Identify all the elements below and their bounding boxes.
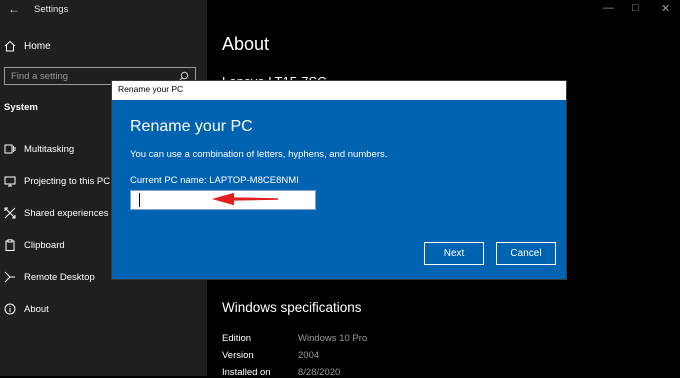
sidebar-item-shared-experiences[interactable]: Shared experiences [4,204,109,222]
sidebar-item-multitasking[interactable]: Multitasking [4,140,74,158]
rename-pc-dialog: Rename your PC Rename your PC You can us… [111,80,567,280]
sidebar-item-remote-desktop[interactable]: Remote Desktop [4,268,95,286]
shared-experiences-icon [4,207,16,219]
spec-label: Edition [222,333,252,344]
sidebar-item-label: Remote Desktop [24,271,95,283]
spec-value: 8/28/2020 [298,367,341,378]
spec-row: Version 2004 [222,350,319,361]
maximize-icon[interactable]: □ [632,2,639,14]
page-title: About [222,34,270,54]
projecting-icon [4,176,16,187]
next-button[interactable]: Next [424,242,484,265]
red-arrow-icon [212,192,278,206]
current-pc-name: Current PC name: LAPTOP-M8CE8NMI [130,175,299,186]
cancel-button[interactable]: Cancel [496,242,556,265]
nav-home-label: Home [24,40,51,52]
sidebar-item-projecting[interactable]: Projecting to this PC [4,172,110,190]
info-icon [4,303,16,315]
sidebar-item-label: Multitasking [24,143,75,155]
home-icon [4,40,16,52]
dialog-description: You can use a combination of letters, hy… [130,149,388,160]
remote-desktop-icon [4,271,15,283]
dialog-titlebar: Rename your PC [112,81,566,100]
window-title: Settings [34,4,69,15]
close-icon[interactable]: ✕ [661,2,670,15]
back-arrow-icon[interactable]: ← [8,2,20,16]
specs-heading: Windows specifications [222,300,362,315]
sidebar-item-label: Shared experiences [24,207,109,219]
nav-home[interactable]: Home [4,37,51,55]
minimize-icon[interactable]: — [603,2,614,14]
spec-label: Installed on [222,367,271,378]
dialog-title: Rename your PC [130,118,253,135]
sidebar-item-about[interactable]: About [4,300,49,318]
spec-row: Installed on 8/28/2020 [222,367,340,378]
multitasking-icon [4,144,16,154]
sidebar-item-label: Clipboard [24,239,65,251]
spec-value: Windows 10 Pro [298,333,368,344]
text-caret [139,193,140,207]
sidebar-item-label: Projecting to this PC [24,175,111,187]
section-heading-system: System [4,102,38,113]
spec-row: Edition Windows 10 Pro [222,333,367,344]
sidebar-item-label: About [24,303,49,315]
clipboard-icon [5,239,15,251]
sidebar-item-clipboard[interactable]: Clipboard [4,236,65,254]
spec-value: 2004 [298,350,320,361]
spec-label: Version [222,350,254,361]
